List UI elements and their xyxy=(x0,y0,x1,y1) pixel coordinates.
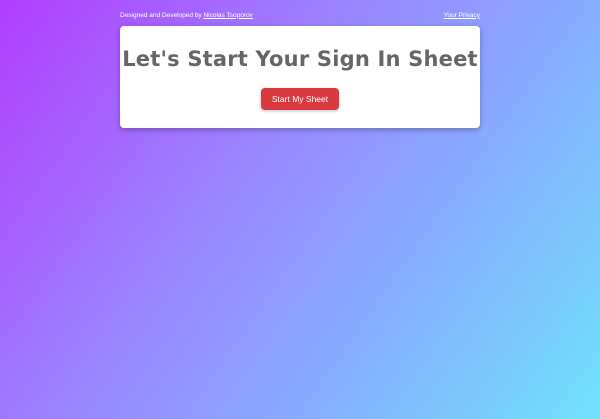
privacy-link[interactable]: Your Privacy xyxy=(444,12,480,19)
credit-prefix: Designed and Developed by xyxy=(120,11,202,19)
page-title: Let's Start Your Sign In Sheet xyxy=(122,47,478,71)
top-bar: Designed and Developed by Nicolas Tsopor… xyxy=(120,9,480,21)
author-link[interactable]: Nicolas Tsoporov xyxy=(203,12,252,19)
hero-card: Let's Start Your Sign In Sheet Start My … xyxy=(120,26,480,128)
start-sheet-button[interactable]: Start My Sheet xyxy=(261,88,339,110)
credit-text: Designed and Developed by Nicolas Tsopor… xyxy=(120,12,253,19)
